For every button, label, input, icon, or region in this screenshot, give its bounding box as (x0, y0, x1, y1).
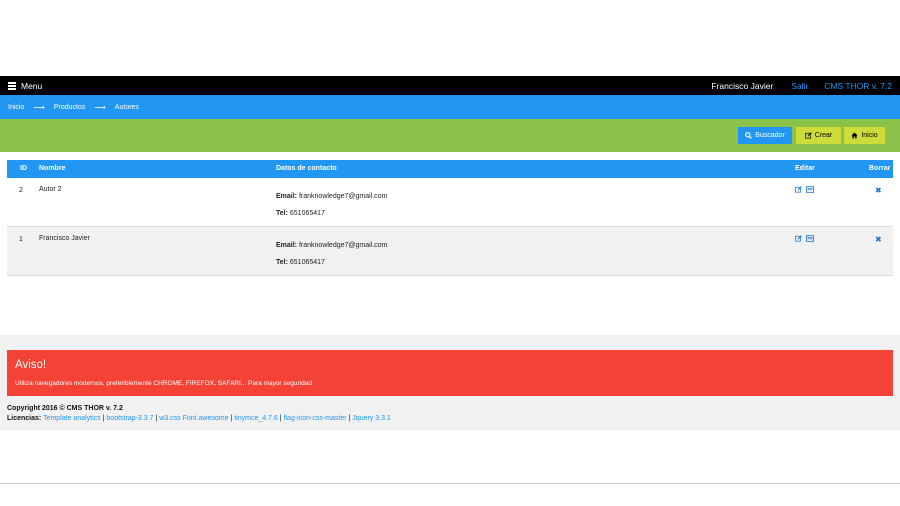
email-value: franknowledge7@gmail.com (298, 242, 388, 249)
header-id[interactable]: ID (20, 165, 30, 172)
edit-icon[interactable] (795, 186, 802, 193)
table-row: 1 Francisco Javier Email: franknowledge7… (7, 227, 893, 276)
create-button-label: Crear (814, 132, 833, 139)
separator: | (348, 415, 351, 422)
separator: | (102, 415, 105, 422)
row-name: Autor 2 (39, 186, 62, 193)
email-label: Email: (276, 193, 298, 200)
copyright: Copyright 2016 © CMS THOR v. 7.2 (7, 405, 123, 412)
row-edit-actions (795, 186, 814, 193)
search-button[interactable]: Buscador (738, 127, 792, 144)
breadcrumb-item-inicio[interactable]: Inicio (8, 104, 24, 111)
edit-icon (804, 132, 812, 139)
footer: Aviso! Utiliza navegadores modernos, pre… (0, 335, 900, 430)
search-icon (745, 132, 753, 139)
topbar-right: Francisco Javier Salir CMS THOR v. 7.2 (711, 76, 892, 95)
table-header: ID Nombre Datos de contacto Editar Borra… (7, 160, 893, 178)
delete-button[interactable]: ✖ (875, 235, 882, 244)
home-button-label: Inicio (861, 132, 878, 139)
delete-button[interactable]: ✖ (875, 186, 882, 195)
alert-text: Utiliza navegadores modernos, preferible… (15, 380, 312, 387)
license-link[interactable]: Jquery 3.3.1 (352, 415, 391, 422)
home-icon (851, 132, 858, 139)
row-email: Email: franknowledge7@gmail.com (276, 242, 387, 249)
menu-button[interactable]: Menu (8, 76, 42, 95)
email-label: Email: (276, 242, 298, 249)
license-link[interactable]: Template analytics (43, 415, 101, 422)
row-name: Francisco Javier (39, 235, 90, 242)
search-button-label: Buscador (755, 132, 785, 139)
version-link[interactable]: CMS THOR v. 7.2 (824, 81, 892, 91)
row-edit-actions (795, 235, 814, 242)
header-delete: Borrar (869, 165, 891, 172)
breadcrumb-item-autores[interactable]: Autores (115, 104, 139, 111)
tel-label: Tel: (276, 210, 288, 217)
page-bottom-divider (0, 483, 900, 484)
logout-link[interactable]: Salir (791, 81, 808, 91)
license-link[interactable]: flag-icon-css-master (284, 415, 347, 422)
header-edit: Editar (795, 165, 815, 172)
row-email: Email: franknowledge7@gmail.com (276, 193, 387, 200)
license-link[interactable]: w3.css Font awesome (159, 415, 228, 422)
edit-icon[interactable] (795, 235, 802, 242)
email-value: franknowledge7@gmail.com (298, 193, 388, 200)
tel-label: Tel: (276, 259, 288, 266)
licenses: Licencias: Template analytics | bootstra… (7, 415, 391, 422)
authors-table: ID Nombre Datos de contacto Editar Borra… (7, 160, 893, 276)
home-button[interactable]: Inicio (844, 127, 885, 144)
create-button[interactable]: Crear (796, 127, 841, 144)
row-tel: Tel: 651065417 (276, 259, 325, 266)
row-id: 2 (19, 187, 23, 194)
licenses-label: Licencias: (7, 415, 42, 422)
id-card-icon[interactable] (806, 186, 814, 193)
arrow-right-icon: ⟶ (94, 102, 106, 112)
row-divider (7, 275, 893, 276)
breadcrumb: Inicio ⟶ Productos ⟶ Autores (0, 95, 900, 119)
table-row: 2 Autor 2 Email: franknowledge7@gmail.co… (7, 178, 893, 227)
top-navbar: Menu Francisco Javier Salir CMS THOR v. … (0, 76, 900, 95)
breadcrumb-item-productos[interactable]: Productos (54, 104, 86, 111)
license-link[interactable]: bootstrap-3.3.7 (106, 415, 153, 422)
warning-alert: Aviso! Utiliza navegadores modernos, pre… (7, 350, 893, 396)
separator: | (279, 415, 282, 422)
license-link[interactable]: tinymce_4.7.6 (234, 415, 278, 422)
user-name: Francisco Javier (711, 80, 774, 91)
id-card-icon[interactable] (806, 235, 814, 242)
row-id: 1 (19, 236, 23, 243)
header-contact[interactable]: Datos de contacto (276, 165, 337, 172)
separator: | (230, 415, 233, 422)
separator: | (155, 415, 158, 422)
menu-label: Menu (21, 80, 43, 91)
row-tel: Tel: 651065417 (276, 210, 325, 217)
header-name[interactable]: Nombre (39, 165, 65, 172)
bars-icon (8, 82, 16, 90)
tel-value: 651065417 (289, 259, 325, 266)
tel-value: 651065417 (289, 210, 325, 217)
arrow-right-icon: ⟶ (33, 102, 45, 112)
action-bar: Buscador Crear Inicio (0, 119, 900, 152)
alert-title: Aviso! (15, 359, 47, 371)
